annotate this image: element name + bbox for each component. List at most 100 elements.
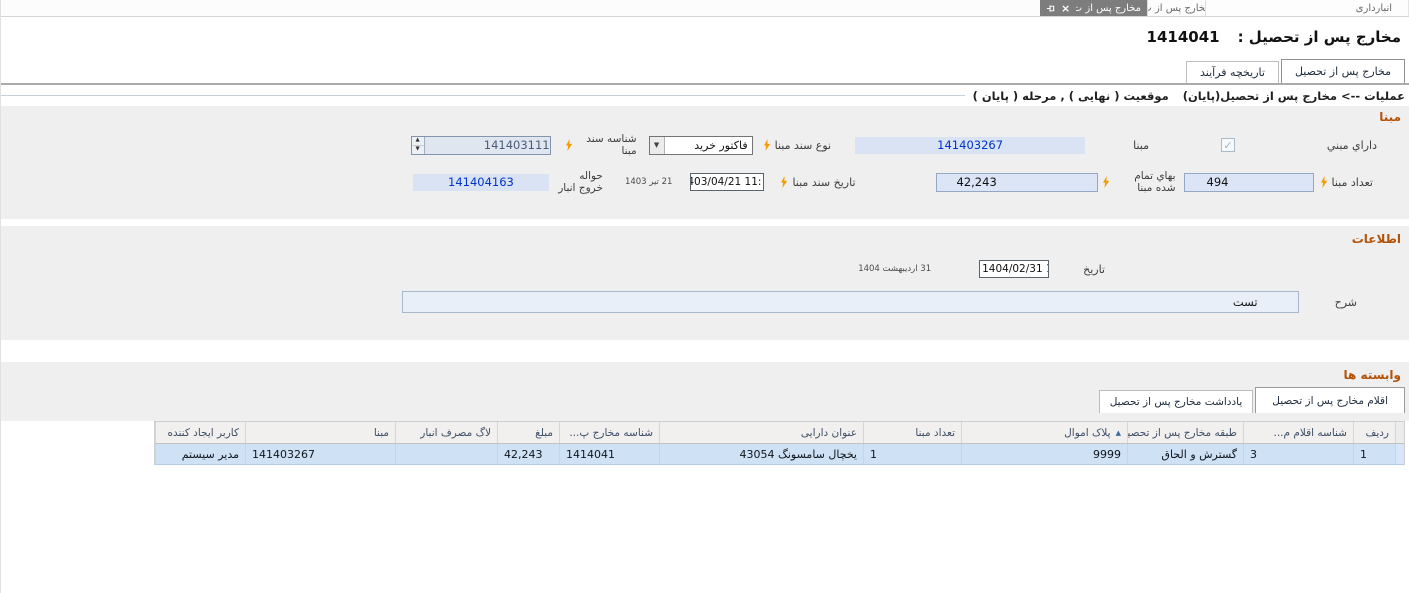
info-row-date: تاریخ 1404/02/31 15 31 اردیبهشت 1404 (1, 253, 1409, 285)
basis-row-1: داراي مبني ✓ مبنا 141403267 نوع سند مبنا… (1, 127, 1409, 163)
tab-process-history[interactable]: تاریخچه فرآیند (1186, 61, 1279, 83)
spacer (1, 219, 1409, 226)
spacer (1, 340, 1409, 362)
field-qty-value: 494 (1207, 175, 1229, 189)
check-icon: ✓ (1223, 140, 1232, 151)
column-header-row-number[interactable]: ردیف (1353, 422, 1395, 443)
spinner-buttons: ▲ ▼ (412, 137, 425, 154)
required-icon (780, 176, 788, 188)
spin-up-button[interactable]: ▲ (412, 137, 424, 146)
label-doc-date-group: تاریخ سند مبنا (780, 176, 855, 189)
cell-stock-log[interactable] (395, 444, 497, 464)
table-row[interactable]: 1 3 گسترش و الحاق 9999 1 یخچال سامسونگ 4… (155, 444, 1404, 465)
field-cost[interactable]: 42,243 (936, 173, 1098, 192)
label-doc-date: تاریخ سند مبنا (792, 176, 855, 189)
window-tab-bar: انبارداری مخارج پس از ت مخارج پس از ت × (1, 0, 1409, 17)
label-cost-group: بهاي تمام شده مبنا (1102, 170, 1176, 194)
doc-type-select[interactable]: فاکتور خرید ▼ (649, 136, 753, 155)
cell-amount[interactable]: 42,243 (497, 444, 559, 464)
app-window: انبارداری مخارج پس از ت مخارج پس از ت × … (0, 0, 1409, 593)
label-has-basis: داراي مبني (1317, 139, 1377, 152)
cell-item-id[interactable]: 3 (1243, 444, 1353, 464)
window-tab-warehousing[interactable]: انبارداری (1205, 0, 1409, 16)
workflow-operation: عملیات --> مخارج پس از تحصیل(پایان) (1183, 89, 1405, 103)
field-cost-value: 42,243 (957, 175, 997, 189)
cell-creator[interactable]: مدیر سیستم (155, 444, 245, 464)
column-header-stock-log[interactable]: لاگ مصرف انبار (395, 422, 497, 443)
close-icon[interactable]: × (1061, 3, 1070, 14)
column-header-asset-tag[interactable]: ▲ پلاک اموال (961, 422, 1127, 443)
tab-post-acquisition-expenses[interactable]: مخارج پس از تحصیل (1281, 59, 1405, 83)
field-date[interactable]: 1404/02/31 15 (979, 260, 1049, 278)
cell-expense-id[interactable]: 1414041 (559, 444, 659, 464)
cell-expense-class[interactable]: گسترش و الحاق (1127, 444, 1243, 464)
cell-basis[interactable]: 141403267 (245, 444, 395, 464)
dropdown-icon[interactable]: ▼ (650, 137, 665, 154)
spin-down-button[interactable]: ▼ (412, 146, 424, 154)
field-doc-date[interactable]: 403/04/21 11: (690, 173, 764, 191)
row-indicator-header (1395, 422, 1404, 443)
related-tab-bar: اقلام مخارج پس از تحصیل یادداشت مخارج پس… (1, 382, 1409, 413)
section-related-title: وابسته ها (1, 362, 1409, 382)
doc-id-value: 141403111 (425, 137, 550, 154)
doc-date-hint: 21 تیر 1403 (625, 177, 673, 187)
label-qty-group: تعداد مبنا (1320, 176, 1373, 189)
workflow-status-bar: عملیات --> مخارج پس از تحصیل(پایان) موقع… (1, 85, 1409, 106)
label-doc-id-group: شناسه سند مبنا (565, 133, 637, 157)
date-hint: 31 اردیبهشت 1404 (858, 264, 931, 274)
label-cost: بهاي تمام شده مبنا (1114, 170, 1176, 194)
basis-row-2: تعداد مبنا 494 بهاي تمام شده مبنا 42,243… (1, 163, 1409, 201)
field-exit-note-link[interactable]: 141404163 (413, 174, 549, 191)
info-row-desc: شرح تست (1, 285, 1409, 319)
window-tab-expenses-active[interactable]: مخارج پس از ت × (1040, 0, 1147, 16)
field-basis-link[interactable]: 141403267 (855, 137, 1085, 154)
field-description[interactable]: تست (402, 291, 1299, 313)
row-indicator[interactable] (1395, 444, 1404, 464)
field-qty[interactable]: 494 (1184, 173, 1314, 192)
column-header-asset-title[interactable]: عنوان دارایی (659, 422, 863, 443)
required-icon (763, 139, 771, 151)
column-header-basis[interactable]: مبنا (245, 422, 395, 443)
table-header-row: ردیف شناسه اقلام م... طبقه مخارج پس از ت… (155, 421, 1404, 444)
sort-asc-icon: ▲ (1116, 429, 1121, 437)
column-header-expense-id[interactable]: شناسه مخارج پ... (559, 422, 659, 443)
label-basis: مبنا (1133, 139, 1149, 152)
required-icon (1102, 176, 1110, 188)
tab-expense-items[interactable]: اقلام مخارج پس از تحصیل (1255, 387, 1405, 413)
workflow-position: موقعیت ( نهایی ) , مرحله ( پایان ) (973, 89, 1169, 103)
cell-asset-tag[interactable]: 9999 (961, 444, 1127, 464)
page-header: مخارج پس از تحصیل : 1414041 (1, 17, 1409, 57)
window-tab-expenses-inactive[interactable]: مخارج پس از ت (1147, 0, 1205, 16)
checkbox-has-basis[interactable]: ✓ (1221, 138, 1235, 152)
column-header-expense-class[interactable]: طبقه مخارج پس از تحصیل (1127, 422, 1243, 443)
required-icon (1320, 176, 1328, 188)
required-icon (565, 139, 573, 151)
label-doc-type-group: نوع سند مبنا (763, 139, 832, 152)
doc-type-value: فاکتور خرید (665, 139, 752, 152)
column-header-item-id[interactable]: شناسه اقلام م... (1243, 422, 1353, 443)
doc-id-spinner[interactable]: 141403111 ▲ ▼ (411, 136, 551, 155)
column-header-basis-qty[interactable]: تعداد مبنا (863, 422, 961, 443)
section-related: وابسته ها اقلام مخارج پس از تحصیل یادداش… (1, 362, 1409, 421)
section-basis-title: مبنا (1, 106, 1409, 127)
divider (1, 95, 965, 96)
label-doc-type: نوع سند مبنا (775, 139, 832, 152)
section-info: اطلاعات تاریخ 1404/02/31 15 31 اردیبهشت … (1, 226, 1409, 340)
section-info-title: اطلاعات (1, 226, 1409, 249)
page-title: مخارج پس از تحصیل : (1238, 28, 1401, 46)
active-tab-label: مخارج پس از ت (1076, 3, 1141, 14)
pin-icon[interactable] (1046, 4, 1055, 13)
tab-expense-notes[interactable]: یادداشت مخارج پس از تحصیل (1099, 390, 1254, 413)
column-header-amount[interactable]: مبلغ (497, 422, 559, 443)
cell-asset-title[interactable]: یخچال سامسونگ 43054 (659, 444, 863, 464)
cell-row-number[interactable]: 1 (1353, 444, 1395, 464)
page-tab-bar: مخارج پس از تحصیل تاریخچه فرآیند (1, 57, 1409, 85)
column-header-creator[interactable]: کاربر ایجاد کننده (155, 422, 245, 443)
column-header-asset-tag-label: پلاک اموال (1064, 427, 1110, 439)
cell-basis-qty[interactable]: 1 (863, 444, 961, 464)
label-description: شرح (1335, 296, 1357, 309)
items-table: ردیف شناسه اقلام م... طبقه مخارج پس از ت… (154, 421, 1405, 465)
label-exit-note: حواله خروج انبار (553, 170, 603, 194)
section-basis: مبنا داراي مبني ✓ مبنا 141403267 نوع سند… (1, 106, 1409, 219)
document-number: 1414041 (1147, 28, 1220, 46)
